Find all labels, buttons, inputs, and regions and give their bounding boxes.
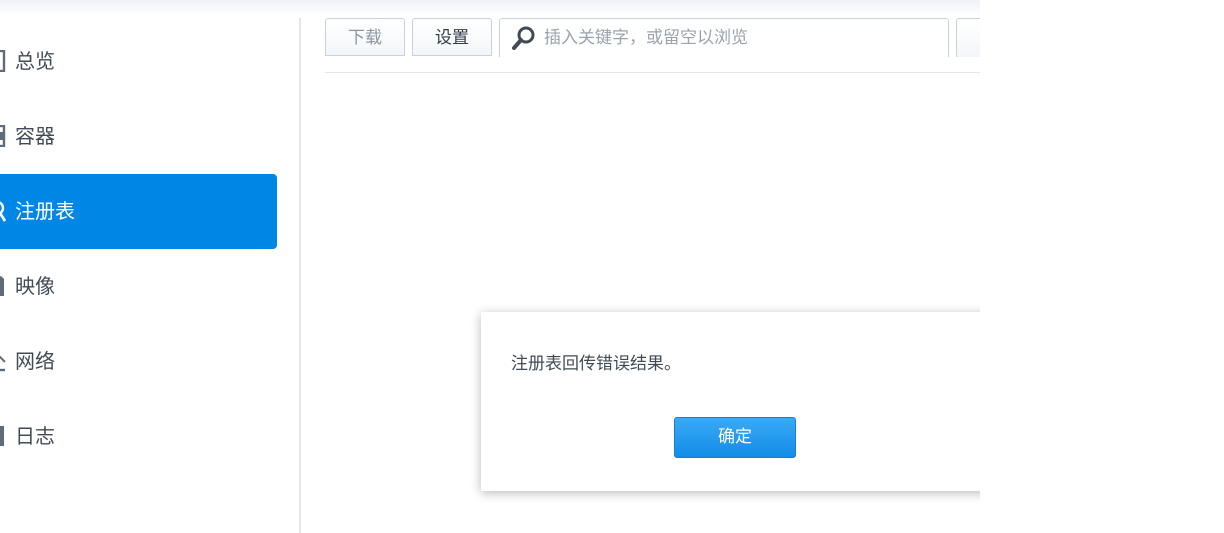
ok-button[interactable]: 确定 xyxy=(674,417,796,458)
overview-icon xyxy=(0,50,6,72)
download-button[interactable]: 下载 xyxy=(325,18,405,56)
search-icon xyxy=(512,26,535,50)
toolbar: 下载 设置 xyxy=(325,18,980,58)
sidebar-item-container[interactable]: 容器 xyxy=(0,99,277,174)
network-icon xyxy=(0,355,6,372)
toolbar-extra-button[interactable] xyxy=(956,18,980,57)
sidebar-item-image[interactable]: 映像 xyxy=(0,249,277,324)
image-icon xyxy=(0,276,4,296)
sidebar-divider xyxy=(299,18,301,533)
settings-button[interactable]: 设置 xyxy=(412,18,492,56)
toolbar-divider xyxy=(325,72,980,73)
log-icon xyxy=(0,426,4,446)
container-icon xyxy=(0,125,6,147)
sidebar-item-label: 网络 xyxy=(15,349,55,373)
error-dialog: 注册表回传错误结果。 确定 xyxy=(481,312,980,491)
sidebar-item-registry[interactable]: 注册表 xyxy=(0,174,277,249)
sidebar-item-label: 总览 xyxy=(15,49,55,73)
dialog-message: 注册表回传错误结果。 xyxy=(511,354,681,374)
sidebar-item-log[interactable]: 日志 xyxy=(0,399,277,474)
sidebar-item-label: 映像 xyxy=(15,274,55,298)
sidebar: 总览 容器 注册表 映像 网络 日志 xyxy=(0,0,300,533)
search-box[interactable] xyxy=(499,18,949,57)
docker-app-window: 总览 容器 注册表 映像 网络 日志 下载 设置 插入关键字，或留空以浏览 注册… xyxy=(0,0,980,533)
sidebar-item-network[interactable]: 网络 xyxy=(0,324,277,399)
empty-background xyxy=(980,0,1224,533)
sidebar-item-label: 注册表 xyxy=(15,199,75,223)
sidebar-item-overview[interactable]: 总览 xyxy=(0,24,277,99)
search-input[interactable] xyxy=(544,25,934,51)
registry-icon xyxy=(0,201,6,222)
sidebar-item-label: 容器 xyxy=(15,124,55,148)
sidebar-item-label: 日志 xyxy=(15,424,55,448)
